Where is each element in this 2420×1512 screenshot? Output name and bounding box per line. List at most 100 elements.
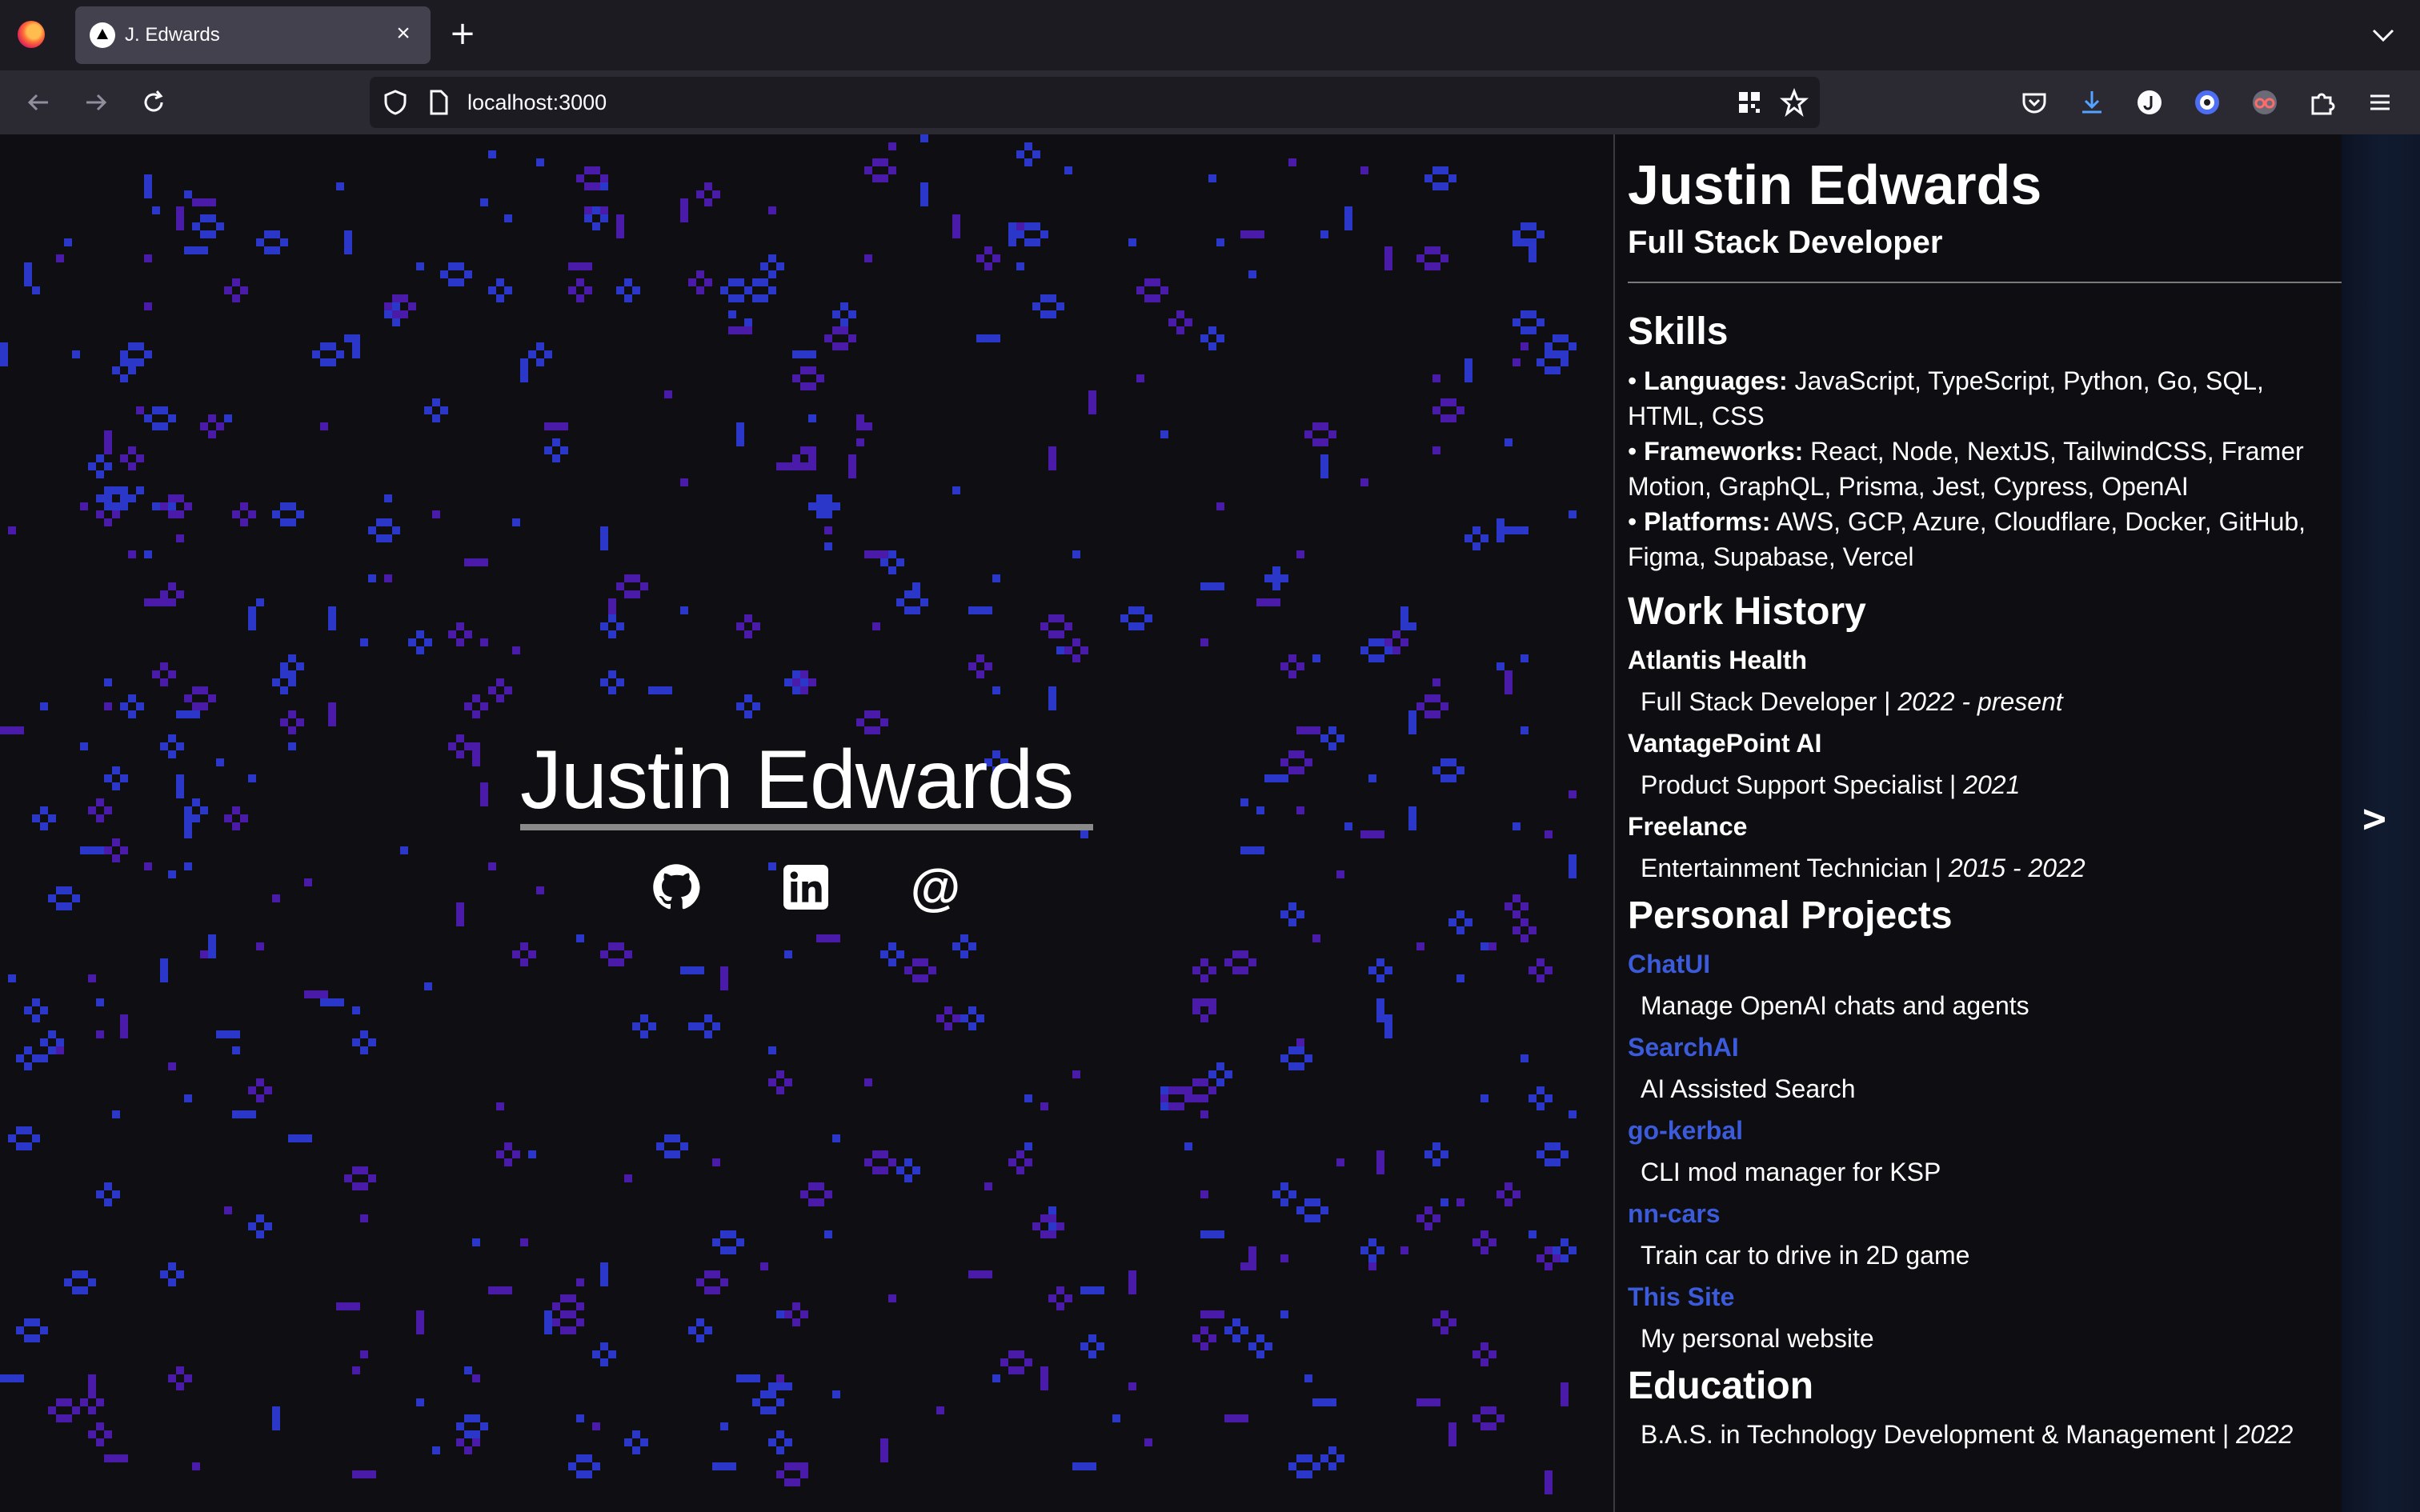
life-cell (1240, 1326, 1248, 1334)
life-cell (1440, 1150, 1448, 1158)
life-cell (1040, 1230, 1048, 1238)
project-description: My personal website (1641, 1324, 1874, 1353)
life-cell (800, 1310, 808, 1318)
shield-icon[interactable] (381, 88, 410, 117)
life-cell (1264, 598, 1272, 606)
life-cell (1128, 606, 1136, 614)
pocket-button[interactable] (2018, 86, 2050, 118)
life-cell (1472, 1238, 1480, 1246)
life-cell (80, 1270, 88, 1278)
life-cell (360, 1046, 368, 1054)
list-all-tabs-button[interactable] (2369, 21, 2398, 50)
life-cell (392, 294, 400, 302)
life-cell (184, 822, 192, 830)
skills-list: • Languages: JavaScript, TypeScript, Pyt… (1628, 363, 2342, 574)
extension-profile-button[interactable] (2191, 86, 2223, 118)
extensions-button[interactable] (2306, 86, 2338, 118)
project-link-nn-cars[interactable]: nn-cars (1628, 1197, 2342, 1230)
qr-code-icon[interactable] (1735, 88, 1764, 117)
life-cell (280, 662, 288, 670)
tab-close-button[interactable]: × (387, 18, 419, 50)
life-cell (1072, 1462, 1080, 1470)
url-text[interactable]: localhost:3000 (467, 90, 607, 115)
life-cell (1288, 670, 1296, 678)
life-cell (1160, 286, 1168, 294)
life-cell (712, 1270, 720, 1278)
hero-name-link[interactable]: Justin Edwards (520, 733, 1074, 828)
next-panel-button[interactable]: > (2362, 795, 2386, 842)
life-cell (608, 686, 616, 694)
life-cell (1512, 910, 1521, 918)
linkedin-link[interactable] (781, 862, 831, 912)
life-cell (912, 590, 920, 598)
life-cell (328, 342, 336, 350)
tab-j-edwards[interactable]: J. Edwards × (75, 6, 431, 64)
project-link-chatui[interactable]: ChatUI (1628, 947, 2342, 981)
life-cell (1464, 366, 1472, 374)
life-cell (120, 774, 128, 782)
life-cell (1016, 1350, 1024, 1358)
github-link[interactable] (651, 862, 701, 912)
life-cell (912, 606, 920, 614)
life-cell (688, 966, 696, 974)
life-cell (608, 942, 616, 950)
back-button[interactable] (19, 83, 58, 122)
life-cell (1472, 542, 1480, 550)
life-cell (1192, 998, 1200, 1006)
url-bar[interactable]: localhost:3000 (370, 77, 1820, 128)
life-cell (1545, 350, 1553, 358)
life-cell (80, 742, 88, 750)
life-cell (128, 342, 136, 350)
life-cell (64, 1414, 72, 1422)
life-cell (592, 166, 600, 174)
life-cell (1545, 1094, 1553, 1102)
life-cell (96, 814, 104, 822)
project-link-this-site[interactable]: This Site (1628, 1280, 2342, 1314)
life-cell (432, 1446, 440, 1454)
life-cell (1072, 550, 1080, 558)
project-link-go-kerbal[interactable]: go-kerbal (1628, 1114, 2342, 1147)
extension-glasses-button[interactable] (2249, 86, 2281, 118)
life-cell (544, 1326, 552, 1334)
life-cell (232, 278, 240, 286)
life-cell (744, 630, 752, 638)
life-cell (1024, 1358, 1032, 1366)
life-cell (752, 622, 760, 630)
life-cell (784, 1310, 792, 1318)
new-tab-button[interactable]: + (445, 18, 480, 53)
life-cell (1240, 846, 1248, 854)
life-cell (704, 182, 712, 190)
project-link-searchai[interactable]: SearchAI (1628, 1030, 2342, 1064)
extension-j-button[interactable] (2134, 86, 2166, 118)
life-cell (208, 694, 216, 702)
reload-button[interactable] (134, 83, 173, 122)
app-menu-button[interactable] (2364, 86, 2396, 118)
life-cell (1504, 678, 1512, 686)
life-cell (976, 606, 984, 614)
life-cell (1376, 1150, 1384, 1158)
email-link[interactable]: @ (911, 862, 960, 913)
life-cell (568, 286, 576, 294)
bookmark-star-icon[interactable] (1780, 88, 1809, 117)
firefox-icon[interactable] (18, 21, 45, 48)
life-cell (696, 1278, 704, 1286)
life-cell (1424, 1150, 1432, 1158)
life-cell (600, 214, 608, 222)
life-cell (496, 1286, 504, 1294)
life-cell (576, 934, 584, 942)
life-cell (896, 598, 904, 606)
life-cell (1488, 1238, 1496, 1246)
life-cell (1512, 894, 1521, 902)
life-cell (1416, 1214, 1424, 1222)
life-cell (40, 1054, 48, 1062)
life-cell (1200, 638, 1208, 646)
life-cell (1224, 1414, 1232, 1422)
life-cell (488, 686, 496, 694)
life-cell (536, 342, 544, 350)
downloads-button[interactable] (2076, 86, 2108, 118)
forward-button[interactable] (77, 83, 115, 122)
page-icon[interactable] (424, 88, 453, 117)
life-cell (1384, 966, 1392, 974)
life-cell (824, 502, 832, 510)
life-cell (776, 1470, 784, 1478)
